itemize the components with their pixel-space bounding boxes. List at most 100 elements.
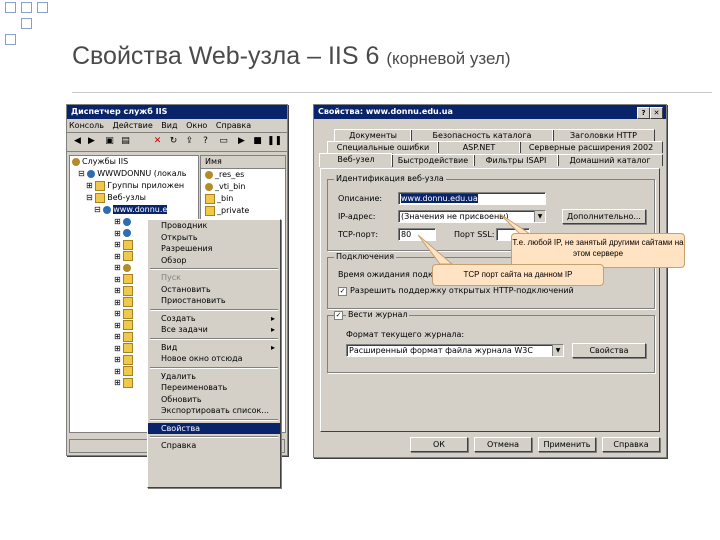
log-format-select[interactable]: Расширенный формат файла журнала W3C ▼ (346, 344, 564, 357)
expand-icon[interactable]: ⊞ (86, 181, 93, 190)
tree-node[interactable]: ⊟ WWWDONNU (локаль (70, 168, 198, 180)
context-menu-item-label: Обновить (161, 394, 202, 404)
description-field[interactable]: www.donnu.edu.ua (398, 192, 546, 205)
context-menu-item[interactable]: Обзор (148, 255, 280, 267)
folder-icon (205, 193, 215, 204)
up-folder-icon[interactable]: ▣ (103, 135, 116, 148)
properties-icon[interactable]: ▤ (119, 135, 132, 148)
tree-label: Службы IIS (82, 157, 129, 166)
close-icon[interactable]: ✕ (650, 107, 663, 119)
help-button[interactable]: Справка (602, 437, 660, 452)
list-item[interactable]: _private (201, 205, 285, 217)
iis-manager-title: Диспетчер служб IIS (71, 107, 168, 116)
log-properties-button[interactable]: Свойства (572, 343, 646, 358)
collapse-icon[interactable]: ⊟ (94, 205, 101, 214)
ok-button[interactable]: ОК (410, 437, 468, 452)
tab-directory-security[interactable]: Безопасность каталога (410, 129, 554, 141)
tab-custom-errors[interactable]: Специальные ошибки (327, 141, 439, 153)
context-menu-item-label: Создать (161, 313, 196, 323)
export-icon[interactable]: ⇪ (183, 135, 196, 148)
list-item-label: _vti_bin (215, 182, 246, 191)
context-menu-item[interactable]: Пуск (148, 272, 280, 284)
menu-action[interactable]: Действие (112, 121, 152, 130)
back-icon[interactable]: ◀ (71, 135, 84, 148)
context-menu-item[interactable]: Остановить (148, 284, 280, 296)
ip-address-select[interactable]: (Значения не присвоены) ▼ (398, 210, 546, 223)
iis-manager-titlebar[interactable]: Диспетчер служб IIS (67, 105, 287, 119)
iis-services-icon (72, 157, 80, 166)
pause-icon[interactable]: ❚❚ (267, 135, 282, 148)
tab-server-extensions[interactable]: Серверные расширения 2002 (519, 141, 663, 153)
context-menu-item-label: Остановить (161, 284, 211, 294)
menu-console[interactable]: Консоль (69, 121, 104, 130)
context-menu-item[interactable]: Обновить (148, 394, 280, 406)
context-menu-item[interactable]: Создать ▸ (148, 313, 280, 325)
stop-icon[interactable]: ■ (251, 135, 264, 148)
column-header-name[interactable]: Имя (201, 156, 285, 169)
context-menu-item[interactable]: Переименовать (148, 382, 280, 394)
tcp-port-value: 80 (401, 230, 412, 239)
submenu-arrow-icon: ▸ (270, 342, 275, 352)
computer-icon[interactable]: ▭ (217, 135, 230, 148)
tree-node-selected[interactable]: ⊟ www.donnu.e (70, 204, 198, 216)
apply-button[interactable]: Применить (538, 437, 596, 452)
list-item[interactable]: _vti_bin (201, 181, 285, 193)
tab-http-headers[interactable]: Заголовки HTTP (552, 129, 655, 141)
advanced-button[interactable]: Дополнительно... (562, 209, 646, 224)
context-menu-item[interactable]: Проводник (148, 220, 280, 232)
tab-home-directory[interactable]: Домашний каталог (557, 154, 663, 166)
slide-subtitle: (корневой узел) (386, 49, 511, 68)
tab-website[interactable]: Веб-узел (319, 153, 393, 167)
tree-label: WWWDONNU (локаль (97, 169, 187, 178)
tab-performance[interactable]: Быстродействие (391, 154, 475, 166)
menu-view[interactable]: Вид (161, 121, 177, 130)
context-menu-item[interactable]: Справка (148, 440, 280, 452)
tab-aspnet[interactable]: ASP.NET (437, 141, 521, 153)
context-menu-item[interactable]: Экспортировать список... (148, 405, 280, 417)
context-menu-item-label: Проводник (161, 221, 208, 230)
title-divider (72, 92, 712, 93)
keepalive-checkbox[interactable]: ✓ (338, 287, 347, 296)
chevron-down-icon[interactable]: ▼ (552, 345, 563, 356)
menu-window[interactable]: Окно (186, 121, 207, 130)
tree-node[interactable]: ⊟ Веб-узлы (70, 192, 198, 204)
tree-node[interactable]: ⊞ Группы приложен (70, 180, 198, 192)
cancel-button[interactable]: Отмена (474, 437, 532, 452)
properties-titlebar[interactable]: Свойства: www.donnu.edu.ua ? ✕ (314, 105, 666, 119)
folder-icon (95, 192, 106, 203)
forward-icon[interactable]: ▶ (85, 135, 98, 148)
help-button-icon[interactable]: ? (637, 107, 650, 119)
context-menu-item[interactable]: Удалить (148, 371, 280, 383)
list-item[interactable]: _res_es (201, 169, 285, 181)
list-item[interactable]: _bin (201, 193, 285, 205)
play-icon[interactable]: ▶ (235, 135, 248, 148)
tree-node[interactable]: Службы IIS (70, 156, 198, 168)
tcp-port-field[interactable]: 80 (398, 228, 436, 241)
context-menu-item[interactable]: Разрешения (148, 243, 280, 255)
callout-ip-text: Т.е. любой IP, не занятый другими сайтам… (512, 238, 684, 258)
list-item-label: _private (217, 206, 250, 215)
tab-documents[interactable]: Документы (334, 129, 412, 141)
context-menu-item[interactable]: Приостановить (148, 295, 280, 307)
iis-toolbar: ◀ ▶ ▣ ▤ ✕ ↻ ⇪ ? ▭ ▶ ■ ❚❚ (67, 133, 287, 152)
collapse-icon[interactable]: ⊟ (86, 193, 93, 202)
chevron-down-icon[interactable]: ▼ (534, 211, 545, 222)
context-menu-item[interactable]: Все задачи ▸ (148, 324, 280, 336)
context-menu-item[interactable]: Открыть (148, 232, 280, 244)
group-connections-title: Подключения (334, 252, 397, 261)
enable-logging-checkbox[interactable]: ✓ (334, 311, 343, 320)
menu-separator (150, 337, 278, 340)
context-menu-item-label: Обзор (161, 255, 187, 265)
context-menu-item[interactable]: Свойства (148, 422, 280, 434)
context-menu-item[interactable]: Вид ▸ (148, 342, 280, 354)
folder-icon (205, 182, 213, 191)
menu-help[interactable]: Справка (216, 121, 251, 130)
delete-icon[interactable]: ✕ (151, 135, 164, 148)
help-icon[interactable]: ? (199, 135, 212, 148)
refresh-icon[interactable]: ↻ (167, 135, 180, 148)
tab-isapi-filters[interactable]: Фильтры ISAPI (473, 154, 559, 166)
collapse-icon[interactable]: ⊟ (78, 169, 85, 178)
context-menu-item[interactable]: Новое окно отсюда (148, 353, 280, 365)
tree-label: www.donnu.e (113, 205, 168, 214)
context-menu-item-label: Переименовать (161, 383, 228, 392)
